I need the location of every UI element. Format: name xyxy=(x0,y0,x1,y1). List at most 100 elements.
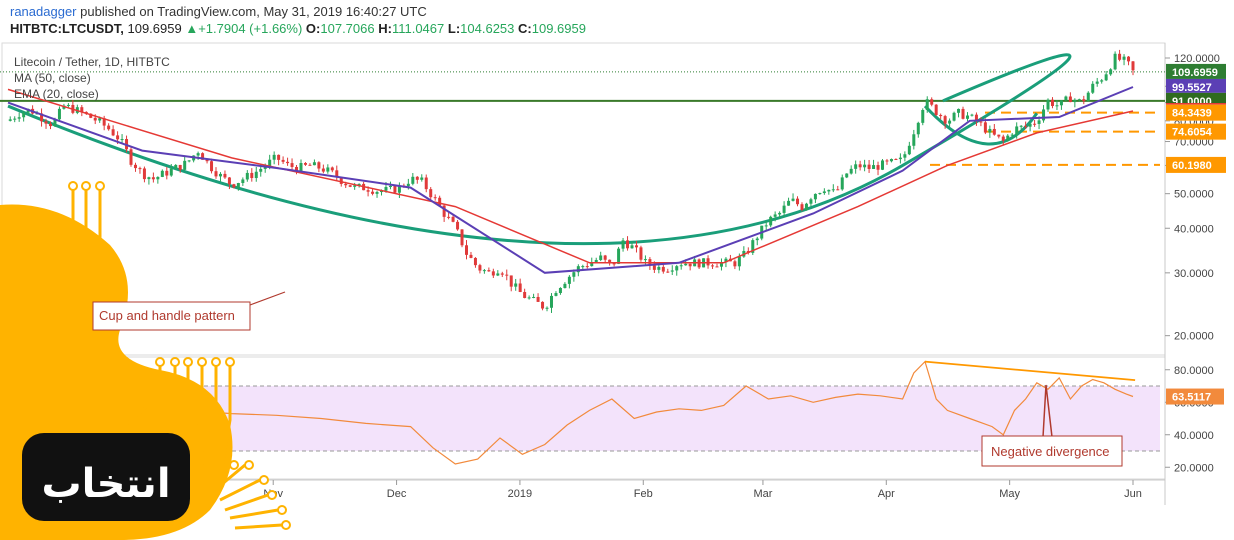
candle-body xyxy=(375,192,379,194)
price-label-text: 109.6959 xyxy=(1172,67,1218,79)
candle-body xyxy=(388,185,392,188)
candle xyxy=(317,161,321,173)
price-label: 60.1980 xyxy=(1166,156,1226,173)
candle xyxy=(411,173,415,186)
candle-body xyxy=(527,297,531,299)
candle-body xyxy=(836,189,840,191)
candle xyxy=(290,158,294,171)
candle xyxy=(563,282,567,289)
candle-body xyxy=(617,248,621,264)
time-tick-label: May xyxy=(999,488,1020,500)
watermark-logo: انتخاب xyxy=(0,181,291,540)
candle-body xyxy=(1073,99,1077,103)
time-tick-label: 2019 xyxy=(508,488,532,500)
candle-body xyxy=(8,119,12,121)
candle-body xyxy=(1131,61,1135,71)
candle-body xyxy=(939,114,943,117)
candle xyxy=(1042,105,1046,123)
candle-body xyxy=(384,187,388,191)
price-tick-label: 50.0000 xyxy=(1174,189,1214,201)
candle xyxy=(133,162,137,172)
candle-body xyxy=(482,270,486,272)
candle-body xyxy=(858,164,862,168)
candle xyxy=(250,168,254,182)
candle-body xyxy=(138,168,142,170)
time-tick-label: Feb xyxy=(634,488,653,500)
candle-body xyxy=(129,149,133,165)
candle xyxy=(491,268,495,279)
candle-body xyxy=(1122,56,1126,60)
candle-body xyxy=(666,271,670,273)
candle xyxy=(863,159,867,172)
price-label-text: 99.5527 xyxy=(1172,82,1212,94)
candle-body xyxy=(371,191,375,194)
candle xyxy=(505,269,509,281)
candle xyxy=(626,236,630,251)
candle xyxy=(881,159,885,171)
candle-body xyxy=(151,177,155,180)
candle xyxy=(1095,77,1099,87)
chart-title: Litecoin / Tether, 1D, HITBTC xyxy=(14,55,170,69)
candle-body xyxy=(572,272,576,277)
candle xyxy=(1006,134,1010,142)
candle-body xyxy=(214,171,218,177)
rsi-value-text: 63.5117 xyxy=(1172,392,1211,404)
candle-body xyxy=(1037,120,1041,124)
candle-body xyxy=(210,161,214,172)
candle-body xyxy=(791,198,795,201)
candle-body xyxy=(473,257,477,266)
candle-body xyxy=(308,164,312,166)
candle-body xyxy=(885,160,889,162)
candle-body xyxy=(1113,53,1117,70)
candle-body xyxy=(827,189,831,192)
candle-body xyxy=(536,296,540,302)
candle-body xyxy=(970,114,974,116)
candle xyxy=(666,268,670,273)
candle xyxy=(371,188,375,196)
candle xyxy=(321,164,325,174)
candle-body xyxy=(456,221,460,230)
candle-body xyxy=(787,200,791,206)
candle xyxy=(1118,49,1122,62)
candle-body xyxy=(961,108,965,119)
candle xyxy=(473,257,477,268)
price-chart[interactable]: 120.0000100.000090.000080.000070.000060.… xyxy=(0,0,1234,540)
candle-body xyxy=(48,123,52,127)
candle-body xyxy=(1104,74,1108,81)
candle xyxy=(1100,78,1104,84)
candle xyxy=(17,112,21,122)
candle-body xyxy=(415,176,419,180)
candle xyxy=(22,111,26,122)
candle xyxy=(840,174,844,191)
candle-body xyxy=(1006,135,1010,141)
candle xyxy=(639,245,643,262)
candle xyxy=(599,251,603,262)
candle-body xyxy=(594,259,598,263)
candle-body xyxy=(366,190,370,192)
candle-body xyxy=(554,293,558,296)
candle xyxy=(697,258,701,269)
candle xyxy=(375,190,379,198)
candle xyxy=(661,264,665,274)
candle xyxy=(442,203,446,222)
candle-body xyxy=(111,129,115,136)
candle xyxy=(326,164,330,174)
candle xyxy=(912,129,916,150)
candle xyxy=(482,268,486,274)
candle-body xyxy=(1068,96,1072,103)
candle xyxy=(312,159,316,166)
candle xyxy=(898,153,902,164)
cup-label: Cup and handle pattern xyxy=(99,308,235,323)
candle xyxy=(509,275,513,292)
candle-body xyxy=(688,263,692,267)
candle xyxy=(1091,81,1095,95)
candle xyxy=(621,237,625,252)
candle-body xyxy=(433,197,437,199)
candle-body xyxy=(1082,99,1086,102)
candle-body xyxy=(1024,125,1028,127)
candle-body xyxy=(621,240,625,249)
candle-body xyxy=(545,307,549,309)
candle xyxy=(142,166,146,183)
time-tick-label: Dec xyxy=(387,488,407,500)
candle xyxy=(487,267,491,272)
